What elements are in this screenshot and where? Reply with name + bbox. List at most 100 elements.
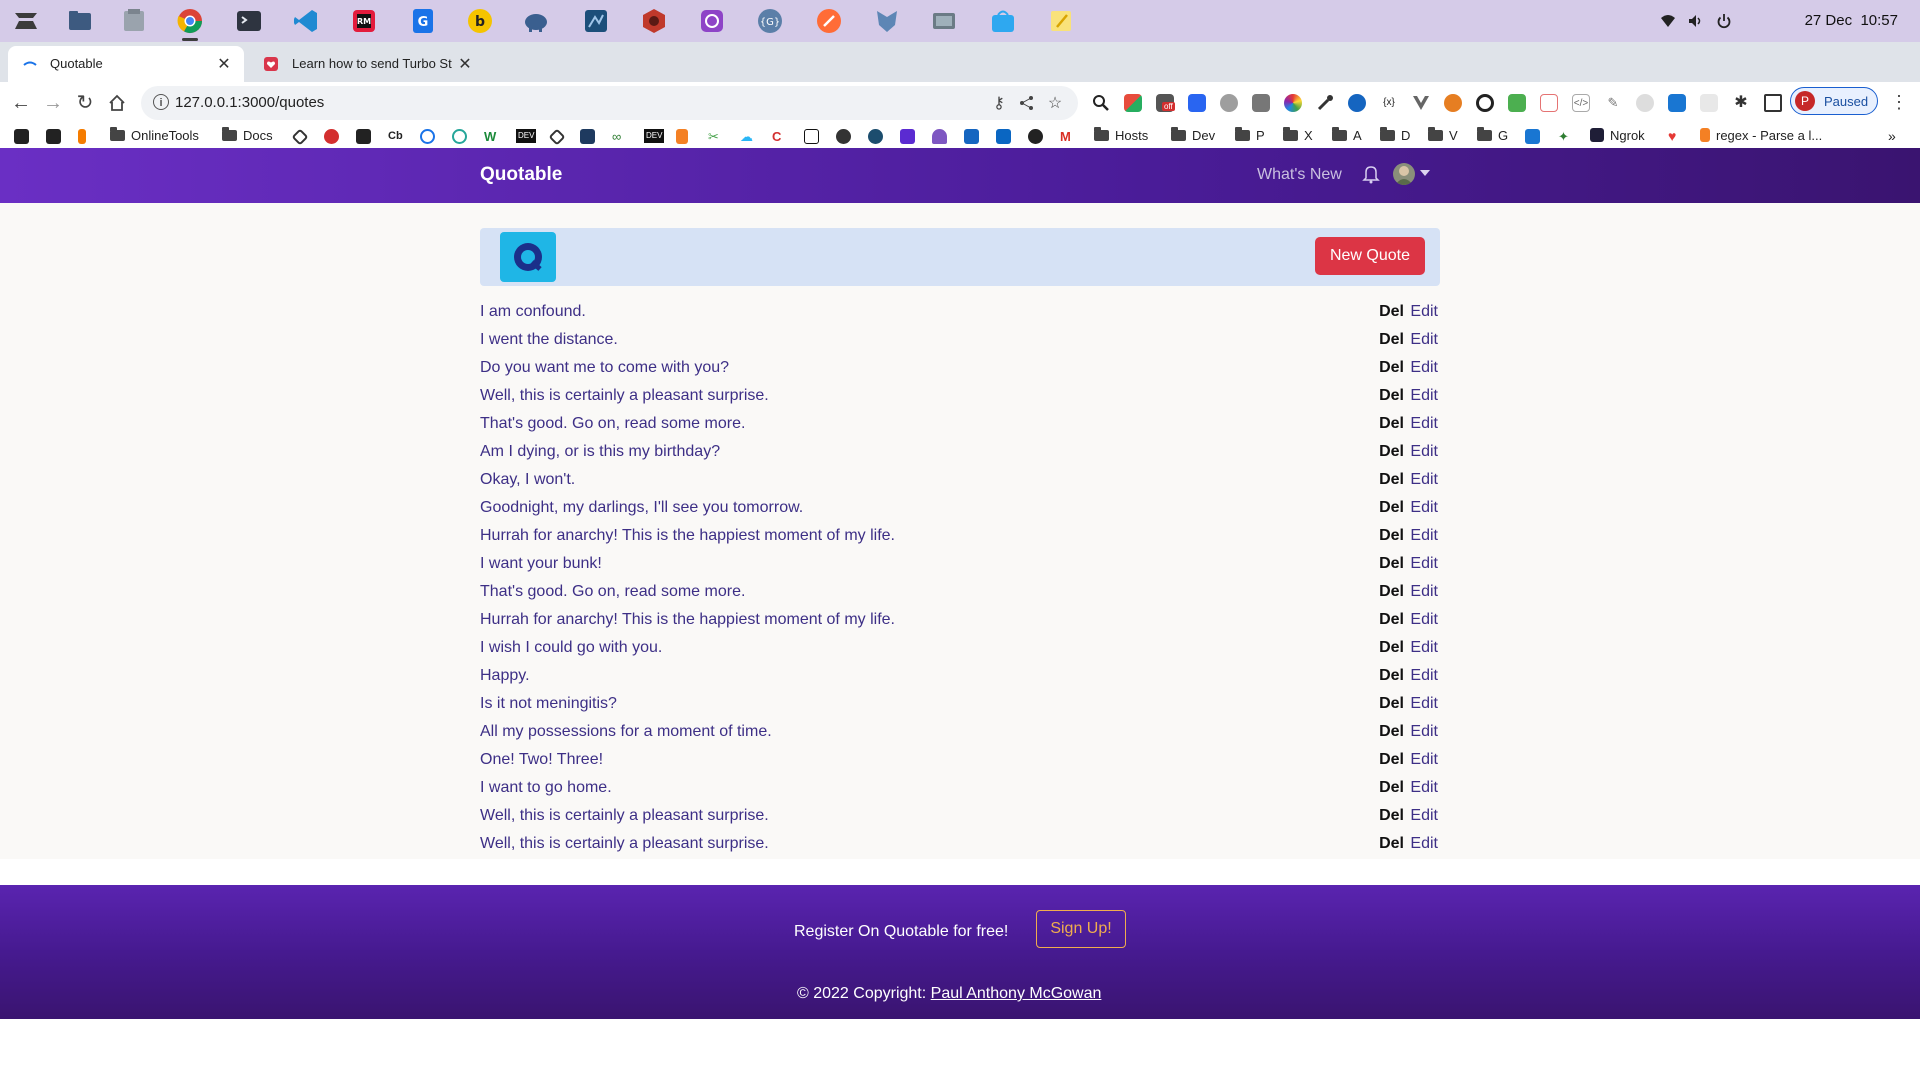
json-extension-icon[interactable]: {x} (1380, 94, 1398, 112)
share-icon[interactable] (1017, 93, 1037, 116)
quote-text[interactable]: Hurrah for anarchy! This is the happiest… (480, 527, 895, 545)
p-bookmark-icon[interactable] (78, 129, 86, 144)
cloud-bookmark-icon[interactable]: ☁ (740, 129, 755, 144)
volume-icon[interactable] (1688, 13, 1704, 29)
share-bookmark-icon[interactable] (1525, 129, 1540, 144)
diamond2-bookmark-icon[interactable] (548, 128, 566, 146)
redis-icon[interactable] (640, 7, 668, 35)
edit-link[interactable]: Edit (1410, 555, 1438, 573)
edit-link[interactable]: Edit (1410, 359, 1438, 377)
settings-extension-icon[interactable] (1476, 94, 1494, 112)
delete-button[interactable]: Del (1379, 471, 1404, 489)
edit-link[interactable]: Edit (1410, 499, 1438, 517)
circle-extension-icon[interactable] (1636, 94, 1654, 112)
edit-link[interactable]: Edit (1410, 303, 1438, 321)
css-extension-icon[interactable] (1188, 94, 1206, 112)
globe-bookmark-icon[interactable] (868, 129, 883, 144)
g-circle-icon[interactable]: {G} (756, 7, 784, 35)
notion-bookmark-icon[interactable] (804, 129, 819, 144)
bookmark-ngrok[interactable]: Ngrok (1590, 127, 1645, 145)
site-info-icon[interactable]: i (153, 94, 169, 110)
zorin-menu-icon[interactable] (12, 7, 40, 35)
bookmark-dev[interactable]: DEV (516, 129, 537, 143)
quote-text[interactable]: I am confound. (480, 303, 586, 321)
profile-button[interactable]: P Paused (1790, 87, 1878, 115)
quote-text[interactable]: One! Two! Three! (480, 751, 603, 769)
postman-icon[interactable] (815, 7, 843, 35)
leaf-bookmark-icon[interactable]: ✦ (1558, 129, 1573, 144)
store-icon[interactable] (989, 7, 1017, 35)
bookmark-p[interactable]: P (1235, 127, 1265, 145)
gear-extension-icon[interactable] (1220, 94, 1238, 112)
whats-new-link[interactable]: What's New (1257, 166, 1342, 184)
edit-link[interactable]: Edit (1410, 835, 1438, 853)
orange-gear-extension-icon[interactable] (1444, 94, 1462, 112)
glasses-extension-icon[interactable] (1252, 94, 1270, 112)
diamond-bookmark-icon[interactable] (291, 128, 309, 146)
linkedin-bookmark-icon[interactable] (996, 129, 1011, 144)
quote-text[interactable]: That's good. Go on, read some more. (480, 415, 745, 433)
new-quote-button[interactable]: New Quote (1315, 237, 1425, 275)
quote-text[interactable]: Well, this is certainly a pleasant surpr… (480, 387, 769, 405)
delete-button[interactable]: Del (1379, 667, 1404, 685)
quote-text[interactable]: Is it not meningitis? (480, 695, 617, 713)
w-bookmark-icon[interactable]: W (484, 129, 499, 144)
bookmark-regex[interactable]: regex - Parse a l... (1700, 127, 1822, 145)
tab-turbo[interactable]: Learn how to send Turbo St ✕ (250, 46, 485, 82)
power-icon[interactable] (1716, 13, 1732, 29)
delete-button[interactable]: Del (1379, 639, 1404, 657)
sign-up-button[interactable]: Sign Up! (1036, 910, 1126, 948)
bookmark-d[interactable]: D (1380, 127, 1410, 145)
eyedropper-extension-icon[interactable] (1316, 94, 1334, 112)
colorful-extension-icon[interactable] (1124, 94, 1142, 112)
chevron-down-icon[interactable] (1420, 170, 1430, 176)
bookmark-dev-2[interactable]: DEV (644, 129, 665, 143)
blue-square-extension-icon[interactable] (1668, 94, 1686, 112)
vue-extension-icon[interactable] (1412, 94, 1430, 112)
search-extension-icon[interactable] (1092, 94, 1110, 112)
edit-link[interactable]: Edit (1410, 611, 1438, 629)
more-menu-icon[interactable]: ⋮ (1890, 92, 1908, 113)
account-bookmark-icon[interactable] (14, 129, 29, 144)
play-extension-icon[interactable] (1540, 94, 1558, 112)
delete-button[interactable]: Del (1379, 611, 1404, 629)
bookmark-a[interactable]: A (1332, 127, 1362, 145)
green-extension-icon[interactable] (1508, 94, 1526, 112)
quote-text[interactable]: Well, this is certainly a pleasant surpr… (480, 835, 769, 853)
delete-button[interactable]: Del (1379, 331, 1404, 349)
blank-extension-icon[interactable] (1700, 94, 1718, 112)
rubymine-icon[interactable]: RM (350, 7, 378, 35)
files-icon[interactable] (120, 7, 148, 35)
quote-text[interactable]: Goodnight, my darlings, I'll see you tom… (480, 499, 803, 517)
delete-button[interactable]: Del (1379, 415, 1404, 433)
heart-red-bookmark-icon[interactable]: ♥ (1668, 129, 1683, 144)
quote-text[interactable]: Happy. (480, 667, 530, 685)
edit-link[interactable]: Edit (1410, 639, 1438, 657)
bookmark-docs[interactable]: Docs (222, 127, 273, 145)
bookmark-dev-folder[interactable]: Dev (1171, 127, 1215, 145)
off-extension-icon[interactable]: off (1156, 94, 1175, 112)
teal-bookmark-icon[interactable] (452, 129, 467, 144)
bolt-bookmark-icon[interactable] (900, 129, 915, 144)
edit-link[interactable]: Edit (1410, 415, 1438, 433)
edit-link[interactable]: Edit (1410, 471, 1438, 489)
address-bar[interactable]: i 127.0.0.1:3000/quotes ⚷ ☆ (141, 86, 1078, 120)
delete-button[interactable]: Del (1379, 583, 1404, 601)
delete-button[interactable]: Del (1379, 695, 1404, 713)
bookmark-x[interactable]: X (1283, 127, 1313, 145)
chrome-icon[interactable] (176, 7, 204, 41)
screen-icon[interactable] (930, 7, 958, 35)
delete-button[interactable]: Del (1379, 359, 1404, 377)
reload-icon[interactable]: ↻ (72, 90, 98, 116)
bookmark-star-icon[interactable]: ☆ (1045, 93, 1065, 113)
bookmark-g[interactable]: G (1477, 127, 1508, 145)
vscode-icon[interactable] (292, 7, 320, 35)
edit-link[interactable]: Edit (1410, 779, 1438, 797)
delete-button[interactable]: Del (1379, 499, 1404, 517)
bookmark-cb[interactable]: Cb (388, 127, 403, 145)
url-text[interactable]: 127.0.0.1:3000/quotes (175, 94, 324, 111)
bookmark-v[interactable]: V (1428, 127, 1458, 145)
y-bookmark-icon[interactable] (46, 129, 61, 144)
gmail-bookmark-icon[interactable]: M (1060, 129, 1075, 144)
bookmark-hosts[interactable]: Hosts (1094, 127, 1148, 145)
